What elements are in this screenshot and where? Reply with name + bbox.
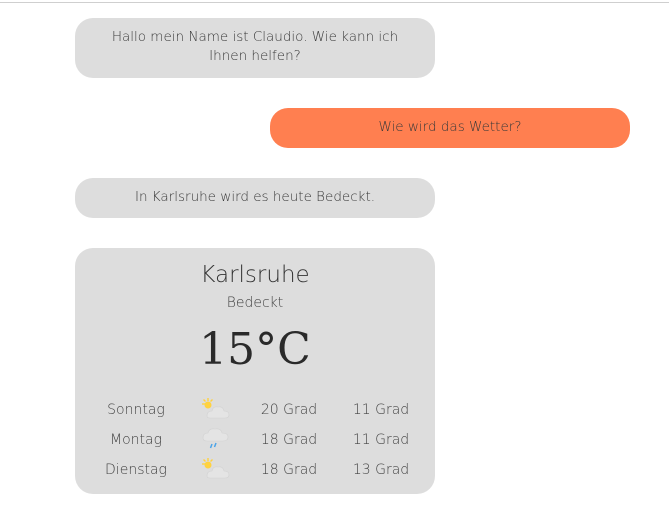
forecast-high: 18 Grad: [260, 432, 318, 448]
weather-city: Karlsruhe: [200, 262, 310, 288]
chat-page: Hallo mein Name ist Claudio. Wie kann ic…: [0, 0, 669, 532]
sun-cloud-icon: [199, 456, 231, 482]
bot-message: In Karlsruhe wird es heute Bedeckt.: [75, 178, 435, 218]
weather-condition: Bedeckt: [226, 295, 284, 311]
rain-cloud-icon: [199, 426, 231, 452]
top-divider: [0, 2, 669, 3]
forecast-day: Sonntag: [107, 402, 165, 418]
weather-temperature: 15°C: [199, 324, 311, 375]
forecast-day: Dienstag: [105, 462, 167, 478]
forecast-high: 18 Grad: [260, 462, 318, 478]
forecast-low: 11 Grad: [352, 432, 410, 448]
forecast-row: Montag 18 Grad 11 Grad: [75, 426, 435, 456]
forecast-low: 13 Grad: [352, 462, 410, 478]
forecast-row: Sonntag 20 Grad 11 Grad: [75, 396, 435, 426]
bot-message: Hallo mein Name ist Claudio. Wie kann ic…: [75, 18, 435, 78]
sun-cloud-icon: [199, 396, 231, 422]
user-message: Wie wird das Wetter?: [270, 108, 630, 148]
forecast-row: Dienstag 18 Grad 13 Grad: [75, 456, 435, 486]
forecast-high: 20 Grad: [260, 402, 318, 418]
weather-card: Karlsruhe Bedeckt 15°C Sonntag 20 Grad 1: [75, 248, 435, 494]
forecast-low: 11 Grad: [352, 402, 410, 418]
forecast-day: Montag: [110, 432, 162, 448]
